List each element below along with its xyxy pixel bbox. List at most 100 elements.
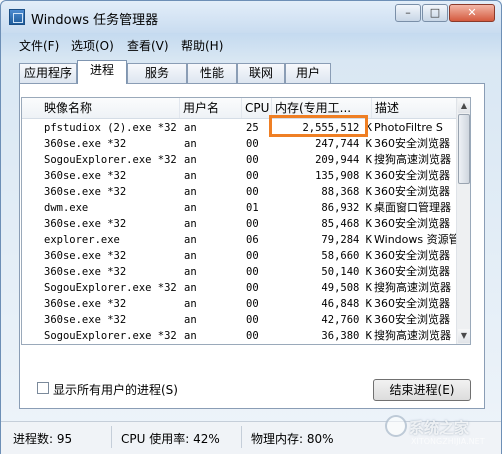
process-description: 360安全浏览器: [374, 313, 450, 326]
process-image-name: 360se.exe *32: [44, 250, 127, 262]
process-image-name: 360se.exe *32: [44, 266, 127, 278]
process-image-name: 360se.exe *32: [44, 314, 127, 326]
process-row[interactable]: 360se.exe *32 an 00 85,468 K 360安全浏览器: [22, 216, 456, 232]
scroll-thumb[interactable]: [458, 114, 470, 184]
process-user-name: an: [184, 234, 197, 246]
process-row[interactable]: 360se.exe *32 an 00 46,848 K 360安全浏览器: [22, 296, 456, 312]
process-memory: 50,140 K: [321, 266, 372, 278]
process-cpu: 00: [246, 266, 259, 278]
process-image-name: SogouExplorer.exe *32: [44, 282, 177, 294]
show-all-checkbox[interactable]: [37, 382, 49, 394]
menu-view[interactable]: 查看(V): [127, 37, 169, 54]
title-bar[interactable]: Windows 任务管理器 – □ ✕: [1, 1, 501, 33]
process-memory: 32,584 K: [274, 344, 372, 345]
process-row[interactable]: SogouExplorer.exe *32 an 00 209,944 K 搜狗高速浏览…: [22, 152, 456, 168]
column-description[interactable]: 描述: [372, 98, 456, 118]
process-description: 360安全浏览器: [374, 249, 450, 262]
maximize-button[interactable]: □: [422, 4, 448, 22]
process-description: PhotoFiltre S: [374, 121, 443, 134]
process-row[interactable]: SogouExplorer.exe *32 an 00 49,508 K 搜狗高速浏览器: [22, 280, 456, 296]
process-image-name: pfstudiox (2).exe *32: [44, 122, 177, 134]
process-row[interactable]: pfstudiox (2).exe *32 an 25 2,555,512 K Phot…: [22, 120, 456, 136]
process-user-name: an: [184, 138, 197, 150]
minimize-button[interactable]: –: [395, 4, 421, 22]
tab-networking[interactable]: 联网: [237, 63, 285, 83]
column-cpu[interactable]: CPU: [242, 98, 272, 118]
watermark-subtext: XITONGZHIJIA.NET: [411, 437, 485, 446]
tab-processes[interactable]: 进程: [77, 60, 127, 84]
process-user-name: an: [184, 202, 197, 214]
tab-users[interactable]: 用户: [285, 63, 331, 83]
process-memory: 88,368 K: [321, 186, 372, 198]
menu-options[interactable]: 选项(O): [71, 37, 114, 54]
process-memory: 46,848 K: [321, 298, 372, 310]
process-description: 360安全浏览器: [374, 344, 456, 345]
process-row[interactable]: 360se.exe *32 an 00 50,140 K 360安全浏览器: [22, 264, 456, 280]
tab-applications[interactable]: 应用程序: [19, 63, 77, 83]
process-description: 360安全浏览器: [374, 265, 450, 278]
process-image-name: 360se.exe *32: [44, 298, 127, 310]
process-row[interactable]: SogouExplorer.exe *32 an 00 36,380 K 搜狗高速浏览器: [22, 328, 456, 344]
watermark-house-icon: [385, 415, 407, 437]
menu-help[interactable]: 帮助(H): [181, 37, 223, 54]
column-user-name[interactable]: 用户名: [180, 98, 242, 118]
process-image-name: 360se.exe *32: [44, 344, 194, 345]
memory-highlight-box: [269, 115, 368, 137]
process-memory: 86,932 K: [321, 202, 372, 214]
process-user-name: an: [184, 122, 197, 134]
process-user-name: an: [184, 314, 197, 326]
process-user-name: an: [184, 282, 197, 294]
process-description: 搜狗高速浏览器: [374, 329, 451, 342]
process-row[interactable]: 360se.exe *32an 0032,584 K360安全浏览器: [22, 344, 456, 345]
close-button[interactable]: ✕: [449, 4, 495, 22]
process-user-name: an: [184, 186, 197, 198]
process-cpu: 00: [246, 186, 259, 198]
tab-performance[interactable]: 性能: [187, 63, 237, 83]
process-row[interactable]: 360se.exe *32 an 00 88,368 K 360安全浏览器: [22, 184, 456, 200]
process-memory: 49,508 K: [321, 282, 372, 294]
task-manager-window: Windows 任务管理器 – □ ✕ 文件(F) 选项(O) 查看(V) 帮助…: [0, 0, 502, 454]
process-cpu: 00: [246, 344, 272, 345]
process-user-name: an: [184, 266, 197, 278]
process-row[interactable]: 360se.exe *32 an 00 58,660 K 360安全浏览器: [22, 248, 456, 264]
process-description: 搜狗高速浏览器: [374, 281, 451, 294]
process-description: 360安全浏览器: [374, 137, 450, 150]
end-process-button[interactable]: 结束进程(E): [373, 379, 471, 401]
process-row[interactable]: 360se.exe *32 an 00 135,908 K 360安全浏览器: [22, 168, 456, 184]
scroll-up-icon[interactable]: ▲: [458, 99, 470, 113]
show-all-label: 显示所有用户的进程(S): [53, 383, 178, 397]
process-user-name: an: [184, 330, 197, 342]
process-cpu: 00: [246, 138, 259, 150]
process-cpu: 00: [246, 330, 259, 342]
process-row[interactable]: 360se.exe *32 an 00 42,760 K 360安全浏览器: [22, 312, 456, 328]
window-title: Windows 任务管理器: [31, 13, 159, 28]
status-divider: [241, 426, 242, 448]
process-image-name: dwm.exe: [44, 202, 89, 214]
process-cpu: 06: [246, 234, 259, 246]
process-row[interactable]: 360se.exe *32 an 00 247,744 K 360安全浏览器: [22, 136, 456, 152]
process-cpu: 00: [246, 282, 259, 294]
process-memory: 209,944 K: [315, 154, 372, 166]
process-memory: 36,380 K: [321, 330, 372, 342]
process-description: 360安全浏览器: [374, 169, 450, 182]
column-image-name[interactable]: 映像名称: [22, 98, 180, 118]
scroll-down-icon[interactable]: ▼: [458, 329, 470, 343]
process-cpu: 00: [246, 298, 259, 310]
process-description: 搜狗高速浏览器: [374, 153, 451, 166]
process-image-name: SogouExplorer.exe *32: [44, 154, 177, 166]
process-description: 360安全浏览器: [374, 185, 450, 198]
process-cpu: 01: [246, 202, 259, 214]
process-row[interactable]: explorer.exe an 06 79,284 K Windows 资源管: [22, 232, 456, 248]
process-memory: 79,284 K: [321, 234, 372, 246]
process-row[interactable]: dwm.exe an 01 86,932 K 桌面窗口管理器: [22, 200, 456, 216]
process-memory: 42,760 K: [321, 314, 372, 326]
tab-services[interactable]: 服务: [127, 63, 187, 83]
process-user-name: an: [184, 154, 197, 166]
menu-bar: 文件(F) 选项(O) 查看(V) 帮助(H): [1, 35, 501, 55]
process-image-name: explorer.exe: [44, 234, 120, 246]
process-cpu: 00: [246, 250, 259, 262]
menu-file[interactable]: 文件(F): [19, 37, 59, 54]
process-list[interactable]: 映像名称 用户名 CPU 内存(专用工... 描述 pfstudiox (2).…: [21, 97, 471, 345]
task-manager-icon: [9, 9, 25, 25]
vertical-scrollbar[interactable]: ▲ ▼: [456, 98, 470, 344]
